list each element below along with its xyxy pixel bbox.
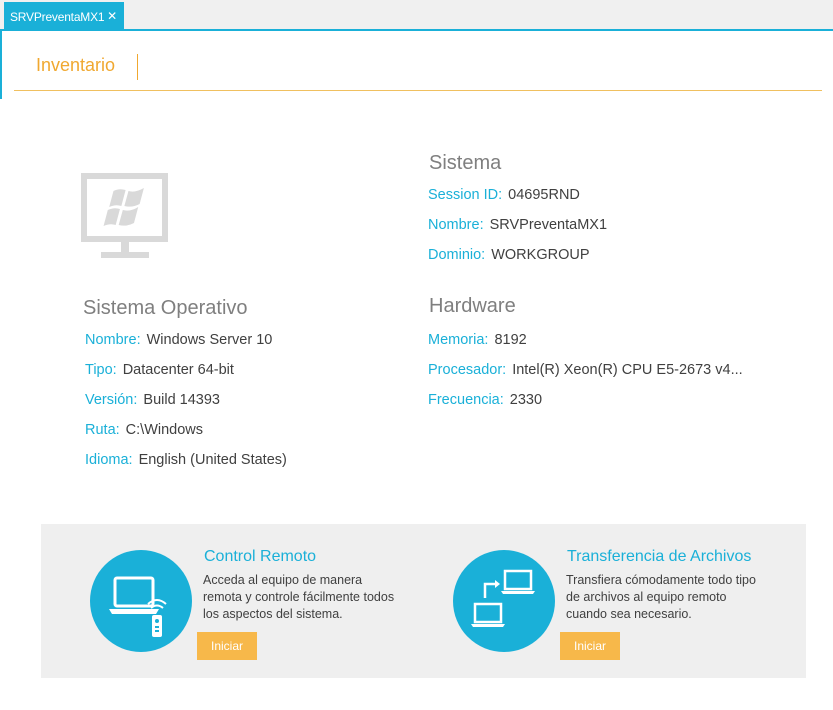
features-panel: Control Remoto Acceda al equipo de maner… xyxy=(41,524,806,678)
os-nombre-label: Nombre: xyxy=(85,332,141,348)
hw-row-memoria: Memoria: 8192 xyxy=(428,332,527,348)
file-transfer-circle xyxy=(453,550,555,652)
section-underline xyxy=(14,90,822,91)
session-id-value: 04695RND xyxy=(508,187,580,203)
os-ruta-label: Ruta: xyxy=(85,422,120,438)
system-row-nombre: Nombre: SRVPreventaMX1 xyxy=(428,217,607,233)
tab-title: SRVPreventaMX1 xyxy=(10,9,105,24)
system-heading: Sistema xyxy=(429,152,502,174)
close-icon[interactable]: ✕ xyxy=(107,9,117,23)
os-idioma-value: English (United States) xyxy=(138,452,287,468)
procesador-label: Procesador: xyxy=(428,362,507,378)
remote-control-start-button[interactable]: Iniciar xyxy=(197,632,257,660)
os-idioma-label: Idioma: xyxy=(85,452,133,468)
hardware-heading: Hardware xyxy=(429,295,516,317)
hw-row-procesador: Procesador: Intel(R) Xeon(R) CPU E5-2673 … xyxy=(428,362,743,378)
os-nombre-value: Windows Server 10 xyxy=(146,332,273,348)
os-tipo-label: Tipo: xyxy=(85,362,117,378)
system-row-dominio: Dominio: WORKGROUP xyxy=(428,247,590,263)
os-row-version: Versión: Build 14393 xyxy=(85,392,220,408)
remote-control-title: Control Remoto xyxy=(204,548,317,565)
windows-monitor-icon xyxy=(81,173,168,258)
tab-srvpreventamx1[interactable]: SRVPreventaMX1 ✕ xyxy=(4,2,124,31)
os-row-nombre: Nombre: Windows Server 10 xyxy=(85,332,272,348)
procesador-value: Intel(R) Xeon(R) CPU E5-2673 v4... xyxy=(512,362,743,378)
remote-control-circle xyxy=(90,550,192,652)
system-nombre-label: Nombre: xyxy=(428,217,484,233)
memoria-label: Memoria: xyxy=(428,332,489,348)
tab-bar: SRVPreventaMX1 ✕ xyxy=(0,0,833,31)
file-transfer-icon xyxy=(471,569,535,627)
dominio-value: WORKGROUP xyxy=(491,247,590,263)
left-accent-bar xyxy=(0,31,2,99)
system-row-session: Session ID: 04695RND xyxy=(428,187,580,203)
hw-row-frecuencia: Frecuencia: 2330 xyxy=(428,392,542,408)
section-divider xyxy=(137,54,138,80)
os-row-tipo: Tipo: Datacenter 64-bit xyxy=(85,362,234,378)
tab-inventario[interactable]: Inventario xyxy=(36,55,115,76)
os-heading: Sistema Operativo xyxy=(83,297,248,319)
os-row-ruta: Ruta: C:\Windows xyxy=(85,422,203,438)
remote-control-desc: Acceda al equipo de manera remota y cont… xyxy=(203,573,395,621)
memoria-value: 8192 xyxy=(494,332,527,348)
system-nombre-value: SRVPreventaMX1 xyxy=(489,217,608,233)
remote-control-icon xyxy=(109,576,167,637)
os-version-value: Build 14393 xyxy=(143,392,220,408)
file-transfer-desc: Transfiera cómodamente todo tipo de arch… xyxy=(566,573,756,621)
os-version-label: Versión: xyxy=(85,392,138,408)
os-row-idioma: Idioma: English (United States) xyxy=(85,452,287,468)
file-transfer-start-button[interactable]: Iniciar xyxy=(560,632,620,660)
frecuencia-value: 2330 xyxy=(509,392,543,408)
dominio-label: Dominio: xyxy=(428,247,486,263)
os-tipo-value: Datacenter 64-bit xyxy=(122,362,234,378)
os-ruta-value: C:\Windows xyxy=(125,422,204,438)
session-id-label: Session ID: xyxy=(428,187,503,203)
file-transfer-title: Transferencia de Archivos xyxy=(567,548,752,565)
frecuencia-label: Frecuencia: xyxy=(428,392,504,408)
